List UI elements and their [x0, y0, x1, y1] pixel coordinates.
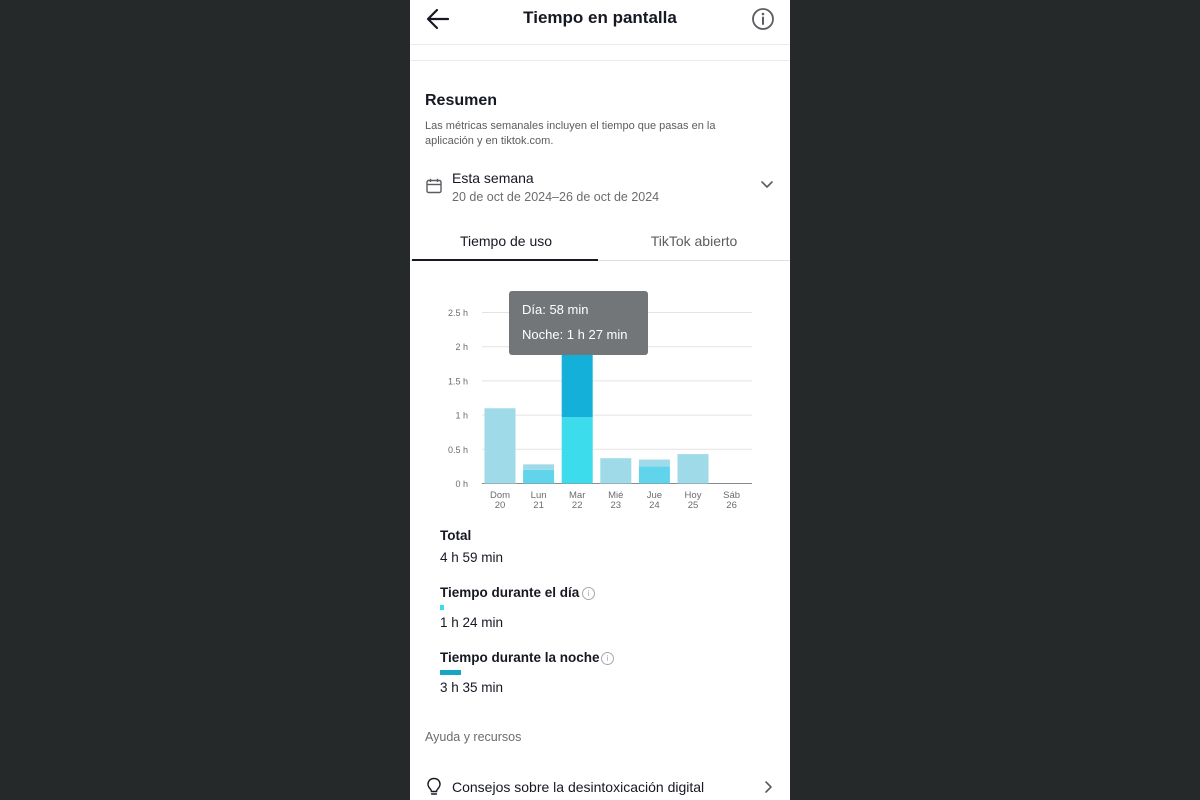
help-section-title: Ayuda y recursos	[425, 730, 522, 744]
lightbulb-icon	[427, 777, 441, 795]
night-time-label: Tiempo durante la noche	[440, 650, 600, 665]
y-tick-label: 0 h	[455, 479, 468, 489]
range-dates: 20 de oct de 2024–26 de oct de 2024	[452, 190, 660, 204]
summary-title: Resumen	[425, 92, 498, 109]
day-time-value: 1 h 24 min	[440, 615, 504, 630]
chart-bar-day	[638, 466, 670, 484]
x-tick-date-label: 25	[688, 500, 699, 511]
info-circle-icon[interactable]: i	[601, 652, 614, 665]
active-tab-indicator	[412, 259, 598, 261]
x-tick-date-label: 23	[611, 500, 622, 511]
chart-bar-night	[677, 454, 709, 484]
y-tick-label: 1 h	[455, 411, 468, 421]
night-time-value: 3 h 35 min	[440, 680, 504, 695]
screen-time-page: Tiempo en pantalla Resumen Las métricas …	[410, 0, 790, 800]
range-label: Esta semana	[452, 170, 534, 186]
info-circle-icon[interactable]: i	[582, 587, 595, 600]
tab-usage-time[interactable]: Tiempo de uso	[412, 224, 600, 260]
day-legend-swatch	[440, 605, 444, 610]
section-divider	[410, 60, 790, 61]
chevron-down-icon	[761, 181, 773, 188]
y-tick-label: 1.5 h	[448, 376, 468, 386]
chart-bar-night	[638, 459, 670, 467]
chart-bar-day	[561, 417, 593, 484]
tooltip-night-value: Noche: 1 h 27 min	[522, 327, 628, 342]
x-tick-date-label: 24	[649, 500, 660, 511]
chart-tooltip: Día: 58 min Noche: 1 h 27 min	[509, 291, 648, 355]
tab-tiktok-open[interactable]: TikTok abierto	[600, 224, 788, 260]
digital-detox-tips-label: Consejos sobre la desintoxicación digita…	[452, 779, 705, 795]
calendar-icon	[426, 178, 442, 194]
chart-bar-day	[523, 469, 555, 484]
chart-bar-night	[484, 408, 516, 484]
chart-bar-night	[600, 458, 632, 484]
x-tick-date-label: 26	[726, 500, 737, 511]
y-tick-label: 2.5 h	[448, 308, 468, 318]
night-legend-swatch	[440, 670, 461, 675]
chart-bar-night	[523, 464, 555, 470]
x-tick-date-label: 22	[572, 500, 583, 511]
y-tick-label: 2 h	[455, 342, 468, 352]
info-button[interactable]	[750, 6, 776, 32]
x-tick-date-label: 21	[533, 500, 544, 511]
x-tick-date-label: 20	[495, 500, 506, 511]
tooltip-day-value: Día: 58 min	[522, 302, 589, 317]
info-icon	[752, 8, 774, 30]
total-label: Total	[440, 528, 472, 543]
page-title: Tiempo en pantalla	[523, 8, 677, 27]
day-time-label: Tiempo durante el día	[440, 585, 580, 600]
total-value: 4 h 59 min	[440, 550, 504, 565]
chevron-right-icon	[765, 781, 772, 793]
y-tick-label: 0.5 h	[448, 445, 468, 455]
summary-description: Las métricas semanales incluyen el tiemp…	[425, 120, 716, 147]
header-divider	[410, 44, 790, 45]
